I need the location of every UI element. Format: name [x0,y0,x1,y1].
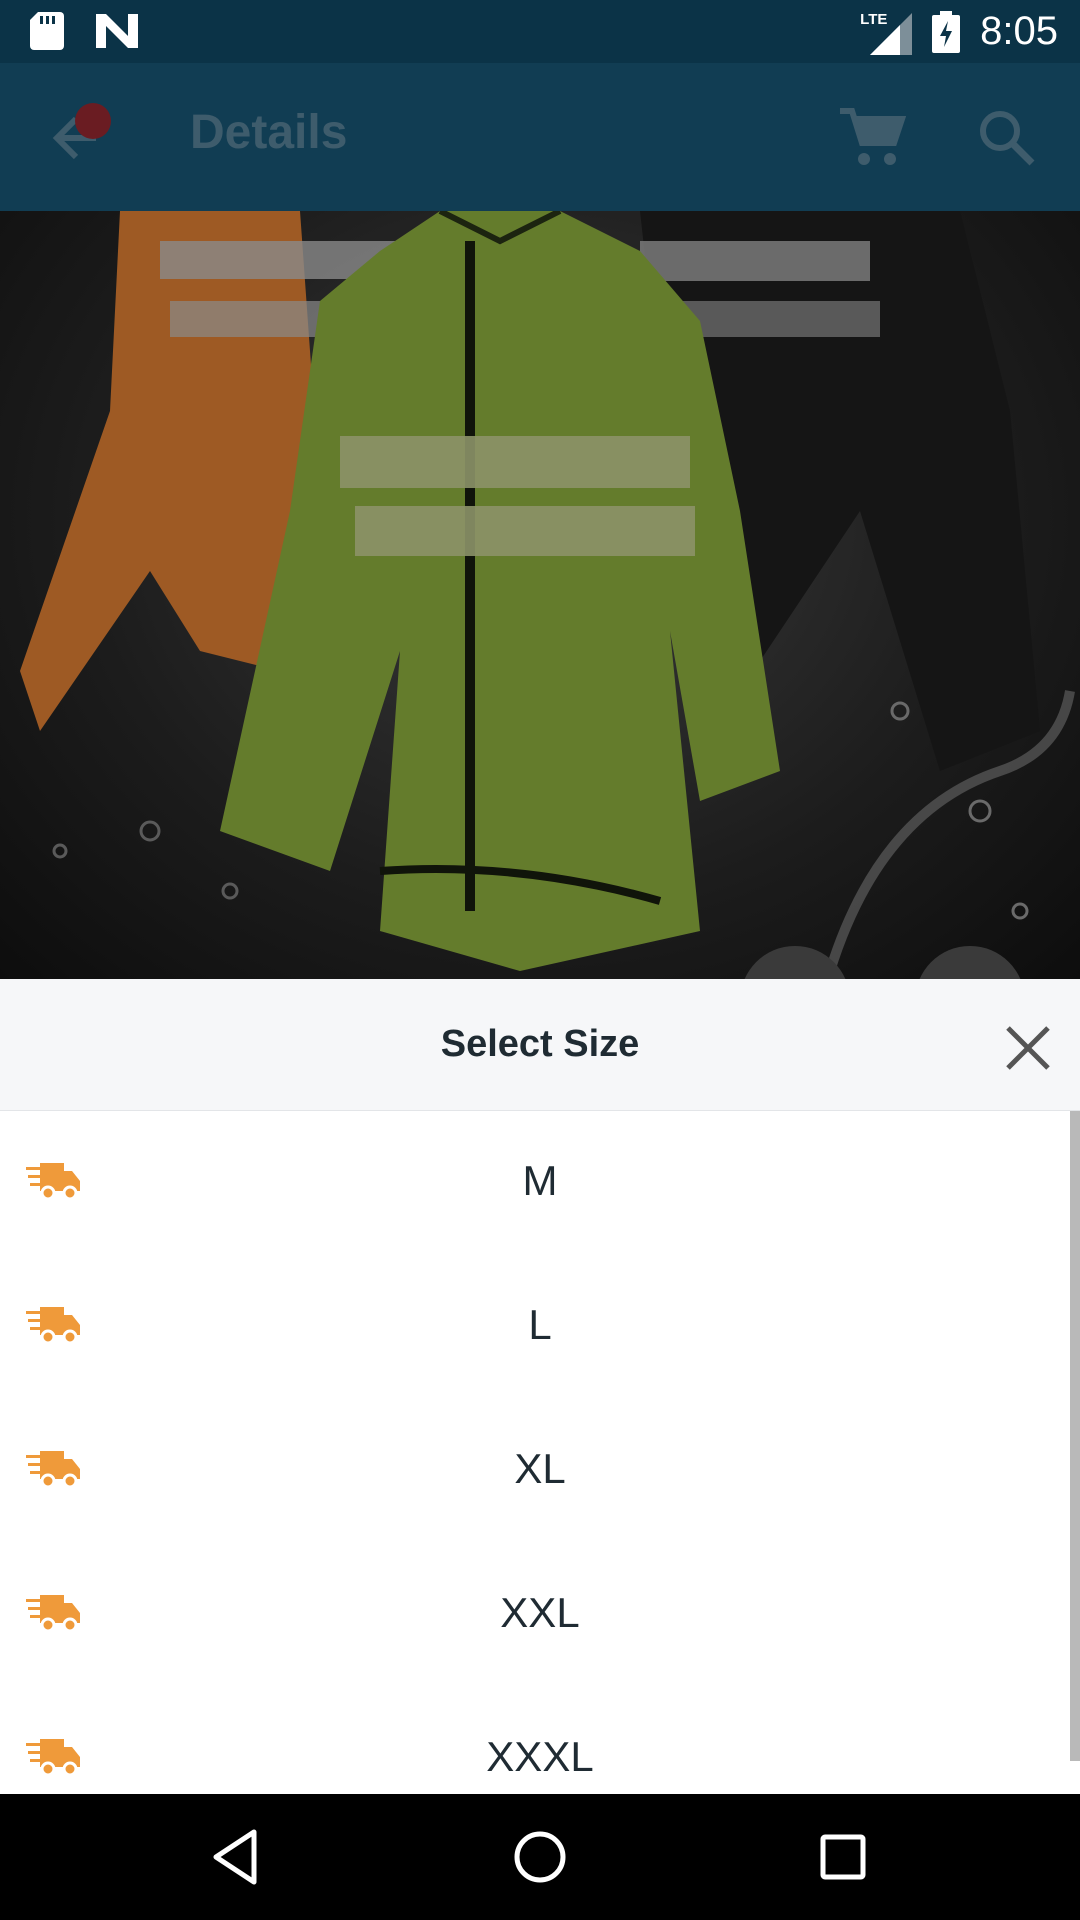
close-icon[interactable] [1000,1020,1056,1076]
size-label: XL [514,1445,566,1492]
size-label: XXXL [486,1733,594,1780]
size-option-xl[interactable]: XL [0,1399,1070,1543]
sheet-title: Select Size [440,1023,640,1065]
size-label: L [528,1301,552,1348]
home-circle-icon[interactable] [507,1824,573,1890]
recents-square-icon[interactable] [810,1824,876,1890]
back-triangle-icon[interactable] [204,1824,270,1890]
size-list: M L XL XXL XXXL [0,1111,1080,1794]
system-nav-bar [0,1794,1080,1920]
product-image [0,211,1080,979]
size-option-l[interactable]: L [0,1255,1070,1399]
notification-badge [75,103,111,139]
battery-charging-icon [932,10,961,53]
page-title: Details [190,106,348,159]
size-option-xxl[interactable]: XXL [0,1543,1070,1687]
app-bar: Details [0,63,1080,211]
size-option-m[interactable]: M [0,1111,1070,1255]
size-sheet-header: Select Size [0,979,1080,1111]
size-label: M [522,1157,558,1204]
signal-icon: LTE [860,7,913,57]
cart-icon[interactable] [836,103,906,173]
status-bar: LTE 8:05 [0,0,1080,63]
status-time: 8:05 [980,9,1058,53]
size-label: XXL [500,1589,580,1636]
size-option-xxxl[interactable]: XXXL [0,1687,1070,1794]
n-logo-icon [96,14,138,48]
sd-card-icon [30,12,64,50]
search-icon[interactable] [972,103,1042,173]
scrollbar[interactable] [1070,1111,1080,1761]
